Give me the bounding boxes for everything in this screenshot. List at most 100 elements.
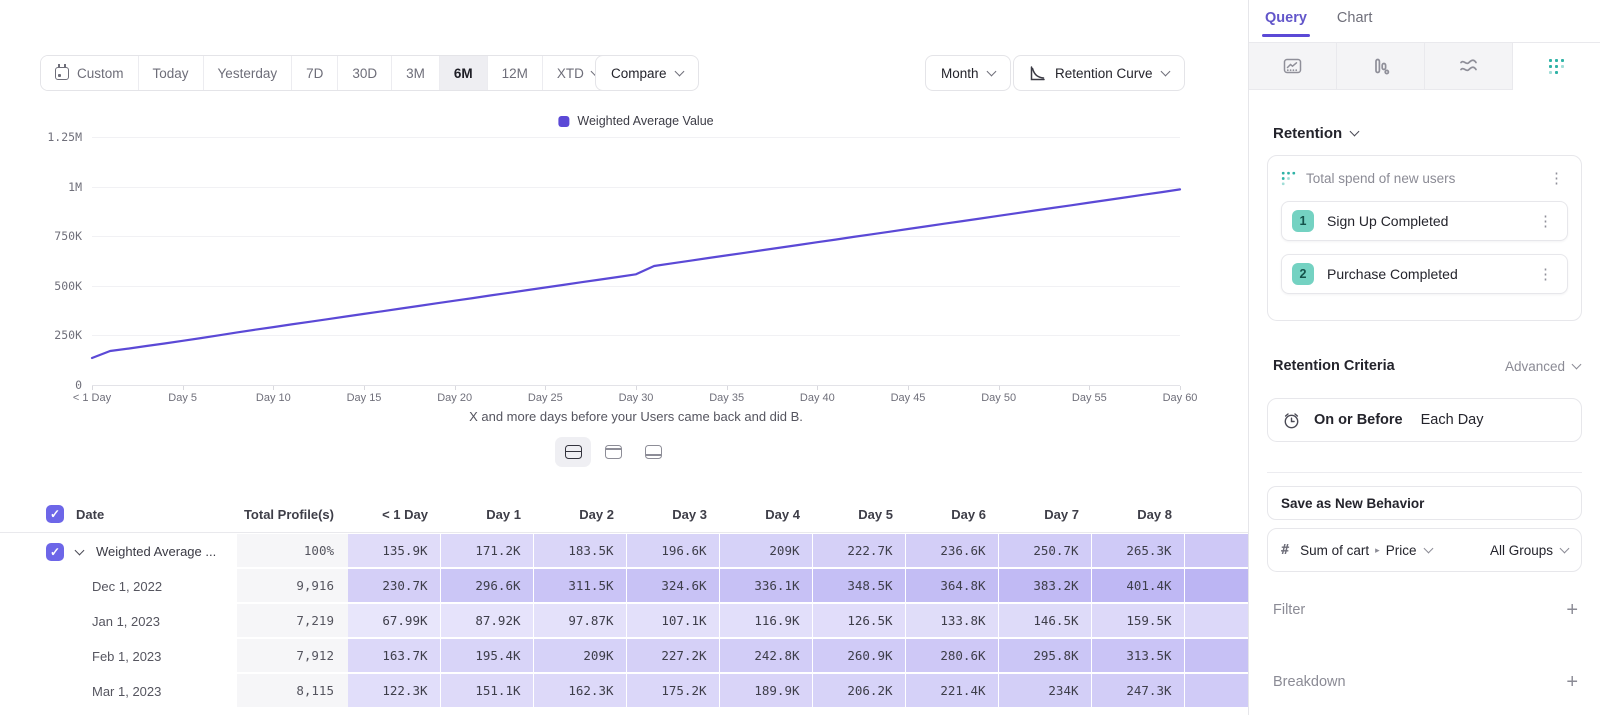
retention-value-cell: 206.2K bbox=[813, 674, 905, 707]
retention-value-cell: 247.3K bbox=[1092, 674, 1184, 707]
compare-button[interactable]: Compare bbox=[595, 55, 699, 91]
kebab-menu-icon[interactable]: ⋮ bbox=[1545, 169, 1568, 188]
timing-frequency-label: Each Day bbox=[1421, 412, 1484, 428]
timing-mode-label: On or Before bbox=[1314, 412, 1403, 428]
chevron-down-icon bbox=[1350, 127, 1360, 137]
breakdown-section: Breakdown + bbox=[1273, 672, 1578, 692]
date-cell: Dec 1, 2022 bbox=[40, 569, 237, 604]
retention-value-cell: 189.9K bbox=[720, 674, 812, 707]
x-axis-tick-label: Day 25 bbox=[528, 392, 563, 404]
kebab-menu-icon[interactable]: ⋮ bbox=[1534, 212, 1557, 231]
chevron-down-icon bbox=[1160, 66, 1170, 76]
insights-tab[interactable] bbox=[1249, 43, 1337, 90]
retention-value-cell: 230.7K bbox=[348, 569, 440, 602]
table-row: Jan 1, 20237,21967.99K87.92K97.87K107.1K… bbox=[0, 604, 1248, 639]
retention-value-cell: 159.5K bbox=[1092, 604, 1184, 637]
date-range-label: 3M bbox=[406, 66, 425, 81]
retention-value-cell: 260.9K bbox=[813, 639, 905, 672]
x-axis-tick-label: Day 30 bbox=[619, 392, 654, 404]
date-range-button-yesterday[interactable]: Yesterday bbox=[204, 56, 293, 90]
step-2-purchase-completed[interactable]: 2 Purchase Completed ⋮ bbox=[1281, 254, 1568, 294]
date-range-button-today[interactable]: Today bbox=[139, 56, 204, 90]
legend-label: Weighted Average Value bbox=[577, 114, 713, 128]
date-range-button-6m[interactable]: 6M bbox=[440, 56, 488, 90]
flows-tab[interactable] bbox=[1425, 43, 1513, 90]
retention-value-cell: 196.6K bbox=[627, 534, 719, 567]
chevron-down-icon bbox=[1572, 359, 1582, 369]
expand-row-chevron-icon[interactable] bbox=[75, 545, 85, 555]
table-header-row: ✓ Date Total Profile(s) < 1 DayDay 1Day … bbox=[0, 496, 1248, 533]
select-all-checkbox[interactable]: ✓ bbox=[46, 505, 64, 523]
date-range-button-custom[interactable]: Custom bbox=[41, 56, 139, 90]
retention-value-cell: 97.87K bbox=[534, 604, 626, 637]
date-range-button-3m[interactable]: 3M bbox=[392, 56, 440, 90]
table-view-toggle[interactable] bbox=[635, 437, 671, 467]
chart-view-icon bbox=[605, 445, 622, 459]
granularity-dropdown[interactable]: Month bbox=[925, 55, 1011, 91]
retention-value-cell: 116.9K bbox=[720, 604, 812, 637]
add-filter-button[interactable]: + bbox=[1566, 600, 1578, 620]
step-1-sign-up-completed[interactable]: 1 Sign Up Completed ⋮ bbox=[1281, 201, 1568, 241]
retention-timing-card[interactable]: On or Before Each Day bbox=[1267, 398, 1582, 442]
date-range-button-12m[interactable]: 12M bbox=[488, 56, 543, 90]
x-axis-tick bbox=[1180, 386, 1181, 390]
date-range-label: 6M bbox=[454, 66, 473, 81]
total-profiles-cell: 7,219 bbox=[237, 604, 348, 637]
measure-label[interactable]: Sum of cart bbox=[1300, 543, 1369, 558]
split-view-toggle[interactable] bbox=[555, 437, 591, 467]
retention-tab[interactable] bbox=[1513, 43, 1600, 90]
funnels-tab[interactable] bbox=[1337, 43, 1425, 90]
row-checkbox[interactable]: ✓ bbox=[46, 543, 64, 561]
number-property-icon: # bbox=[1281, 542, 1289, 558]
all-groups-dropdown[interactable]: All Groups bbox=[1490, 543, 1568, 558]
clipped-day-9-cell bbox=[1185, 569, 1248, 602]
advanced-dropdown[interactable]: Advanced bbox=[1505, 359, 1580, 374]
retention-value-cell: 234K bbox=[999, 674, 1091, 707]
save-as-new-behavior-button[interactable]: Save as New Behavior bbox=[1267, 486, 1582, 520]
add-breakdown-button[interactable]: + bbox=[1566, 672, 1578, 692]
x-axis-tick-label: Day 35 bbox=[709, 392, 744, 404]
x-axis-tick bbox=[455, 386, 456, 390]
retention-value-cell: 183.5K bbox=[534, 534, 626, 567]
x-axis-tick-label: Day 15 bbox=[347, 392, 382, 404]
x-axis-tick bbox=[908, 386, 909, 390]
chart-view-toggle[interactable] bbox=[595, 437, 631, 467]
date-cell: Feb 1, 2023 bbox=[40, 639, 237, 674]
retention-value-cell: 175.2K bbox=[627, 674, 719, 707]
retention-value-cell: 146.5K bbox=[999, 604, 1091, 637]
date-range-label: Yesterday bbox=[218, 66, 278, 81]
chart-caption: X and more days before your Users came b… bbox=[92, 409, 1180, 424]
day-column-header: Day 6 bbox=[906, 507, 999, 522]
x-axis-tick bbox=[636, 386, 637, 390]
retention-value-cell: 383.2K bbox=[999, 569, 1091, 602]
chevron-down-icon bbox=[674, 66, 684, 76]
report-main-area: CustomTodayYesterday7D30D3M6M12MXTD Comp… bbox=[0, 0, 1248, 715]
advanced-label: Advanced bbox=[1505, 359, 1565, 374]
measure-property[interactable]: Price bbox=[1386, 543, 1417, 558]
date-range-button-30d[interactable]: 30D bbox=[338, 56, 392, 90]
y-axis-tick-label: 0 bbox=[26, 378, 82, 392]
retention-icon bbox=[1548, 58, 1565, 75]
tab-chart[interactable]: Chart bbox=[1337, 10, 1372, 37]
x-axis-tick bbox=[545, 386, 546, 390]
split-view-icon bbox=[565, 445, 582, 459]
retention-section-dropdown[interactable]: Retention bbox=[1273, 125, 1358, 142]
granularity-label: Month bbox=[941, 66, 979, 81]
date-cell: Mar 1, 2023 bbox=[40, 674, 237, 709]
table-view-icon bbox=[645, 445, 662, 459]
retention-value-cell: 209K bbox=[720, 534, 812, 567]
x-axis-tick-label: Day 55 bbox=[1072, 392, 1107, 404]
day-column-header: Day 2 bbox=[534, 507, 627, 522]
x-axis-tick bbox=[1089, 386, 1090, 390]
table-row: Dec 1, 20229,916230.7K296.6K311.5K324.6K… bbox=[0, 569, 1248, 604]
chevron-down-icon bbox=[1424, 543, 1434, 553]
retention-value-cell: 171.2K bbox=[441, 534, 533, 567]
y-axis-tick-label: 1M bbox=[26, 180, 82, 194]
date-range-label: 12M bbox=[502, 66, 528, 81]
retention-value-cell: 250.7K bbox=[999, 534, 1091, 567]
date-range-button-7d[interactable]: 7D bbox=[292, 56, 338, 90]
retention-value-cell: 336.1K bbox=[720, 569, 812, 602]
kebab-menu-icon[interactable]: ⋮ bbox=[1534, 265, 1557, 284]
tab-query[interactable]: Query bbox=[1265, 10, 1307, 37]
chart-type-dropdown[interactable]: Retention Curve bbox=[1013, 55, 1185, 91]
